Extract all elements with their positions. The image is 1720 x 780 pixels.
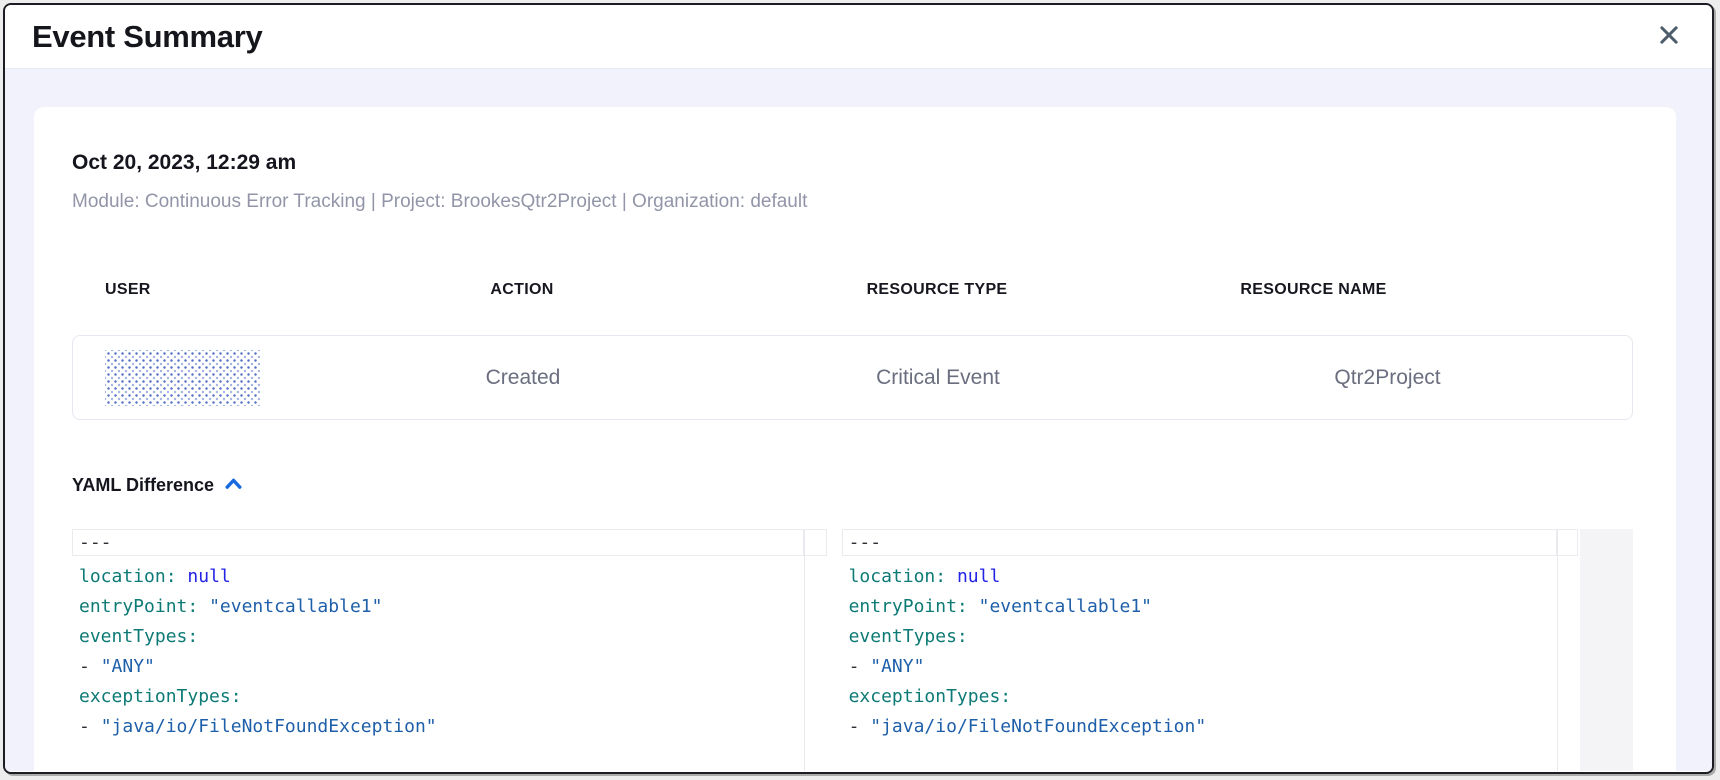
- close-button[interactable]: [1652, 20, 1686, 54]
- code-token: -: [79, 716, 101, 737]
- code-line: - "java/io/FileNotFoundException": [842, 712, 1557, 742]
- diff-right-scrollbar-track[interactable]: [1580, 529, 1633, 771]
- diff-left-gutter: [805, 529, 827, 771]
- modal-body: Oct 20, 2023, 12:29 am Module: Continuou…: [5, 69, 1712, 771]
- code-line: exceptionTypes:: [72, 682, 804, 712]
- diff-pane-right[interactable]: --- location: nullentryPoint: "eventcall…: [842, 529, 1633, 771]
- code-token: [177, 566, 188, 587]
- column-header-resource-name: RESOURCE NAME: [1142, 281, 1633, 299]
- code-token: "java/io/FileNotFoundException": [101, 716, 437, 737]
- code-token: "eventcallable1": [209, 596, 382, 617]
- diff-left-gutter-box: [805, 529, 827, 556]
- code-line: entryPoint: "eventcallable1": [842, 592, 1557, 622]
- code-token: eventTypes:: [79, 626, 198, 647]
- resource-name-cell: Qtr2Project: [1143, 366, 1632, 390]
- modal-header: Event Summary: [5, 5, 1712, 69]
- code-token: [946, 566, 957, 587]
- code-token: ---: [849, 532, 882, 553]
- diff-right-code-area: --- location: nullentryPoint: "eventcall…: [842, 529, 1558, 771]
- code-token: entryPoint:: [849, 596, 968, 617]
- resource-type-cell: Critical Event: [733, 366, 1143, 390]
- code-token: "ANY": [101, 656, 155, 677]
- code-line: - "java/io/FileNotFoundException": [72, 712, 804, 742]
- x-icon: [1658, 24, 1680, 49]
- diff-right-gutter-box: [1558, 529, 1578, 556]
- redacted-user-value: [105, 350, 260, 406]
- code-token: "ANY": [870, 656, 924, 677]
- table-row: Created Critical Event Qtr2Project: [72, 335, 1633, 420]
- diff-left-code-body: location: nullentryPoint: "eventcallable…: [72, 562, 804, 742]
- code-line: - "ANY": [842, 652, 1557, 682]
- modal-title: Event Summary: [32, 19, 262, 55]
- yaml-difference-toggle[interactable]: YAML Difference: [72, 475, 243, 496]
- code-token: exceptionTypes:: [849, 686, 1012, 707]
- event-timestamp: Oct 20, 2023, 12:29 am: [72, 151, 1633, 175]
- code-token: null: [957, 566, 1000, 587]
- column-header-action: ACTION: [312, 281, 732, 299]
- code-token: entryPoint:: [79, 596, 198, 617]
- code-token: ---: [79, 532, 112, 553]
- table-header-row: USER ACTION RESOURCE TYPE RESOURCE NAME: [72, 281, 1633, 299]
- diff-right-code-body: location: nullentryPoint: "eventcallable…: [842, 562, 1557, 742]
- code-line: location: null: [842, 562, 1557, 592]
- code-token: eventTypes:: [849, 626, 968, 647]
- code-line: eventTypes:: [842, 622, 1557, 652]
- code-line: exceptionTypes:: [842, 682, 1557, 712]
- event-summary-modal: Event Summary Oct 20, 2023, 12:29 am Mod…: [3, 3, 1714, 774]
- code-line: entryPoint: "eventcallable1": [72, 592, 804, 622]
- action-cell: Created: [313, 366, 733, 390]
- chevron-up-icon[interactable]: [224, 476, 243, 496]
- code-line: ---: [79, 531, 112, 555]
- diff-right-gutter: [1558, 529, 1578, 771]
- code-token: exceptionTypes:: [79, 686, 242, 707]
- code-token: location:: [79, 566, 177, 587]
- diff-left-code-area: --- location: nullentryPoint: "eventcall…: [72, 529, 805, 771]
- diff-pane-left[interactable]: --- location: nullentryPoint: "eventcall…: [72, 529, 827, 771]
- column-header-user: USER: [72, 281, 312, 299]
- code-token: location:: [849, 566, 947, 587]
- diff-left-first-line: ---: [72, 529, 804, 556]
- code-line: - "ANY": [72, 652, 804, 682]
- code-line: eventTypes:: [72, 622, 804, 652]
- code-token: [968, 596, 979, 617]
- code-token: -: [79, 656, 101, 677]
- code-token: -: [849, 656, 871, 677]
- code-line: ---: [849, 531, 882, 555]
- code-token: [198, 596, 209, 617]
- column-header-resource-type: RESOURCE TYPE: [732, 281, 1142, 299]
- code-token: null: [187, 566, 230, 587]
- diff-right-first-line: ---: [842, 529, 1557, 556]
- code-token: -: [849, 716, 871, 737]
- code-line: location: null: [72, 562, 804, 592]
- user-cell: [73, 350, 313, 406]
- event-card: Oct 20, 2023, 12:29 am Module: Continuou…: [34, 107, 1676, 771]
- event-meta: Module: Continuous Error Tracking | Proj…: [72, 191, 1633, 213]
- code-token: "java/io/FileNotFoundException": [870, 716, 1206, 737]
- yaml-diff-container: --- location: nullentryPoint: "eventcall…: [72, 529, 1633, 771]
- code-token: "eventcallable1": [979, 596, 1152, 617]
- yaml-difference-label: YAML Difference: [72, 475, 214, 496]
